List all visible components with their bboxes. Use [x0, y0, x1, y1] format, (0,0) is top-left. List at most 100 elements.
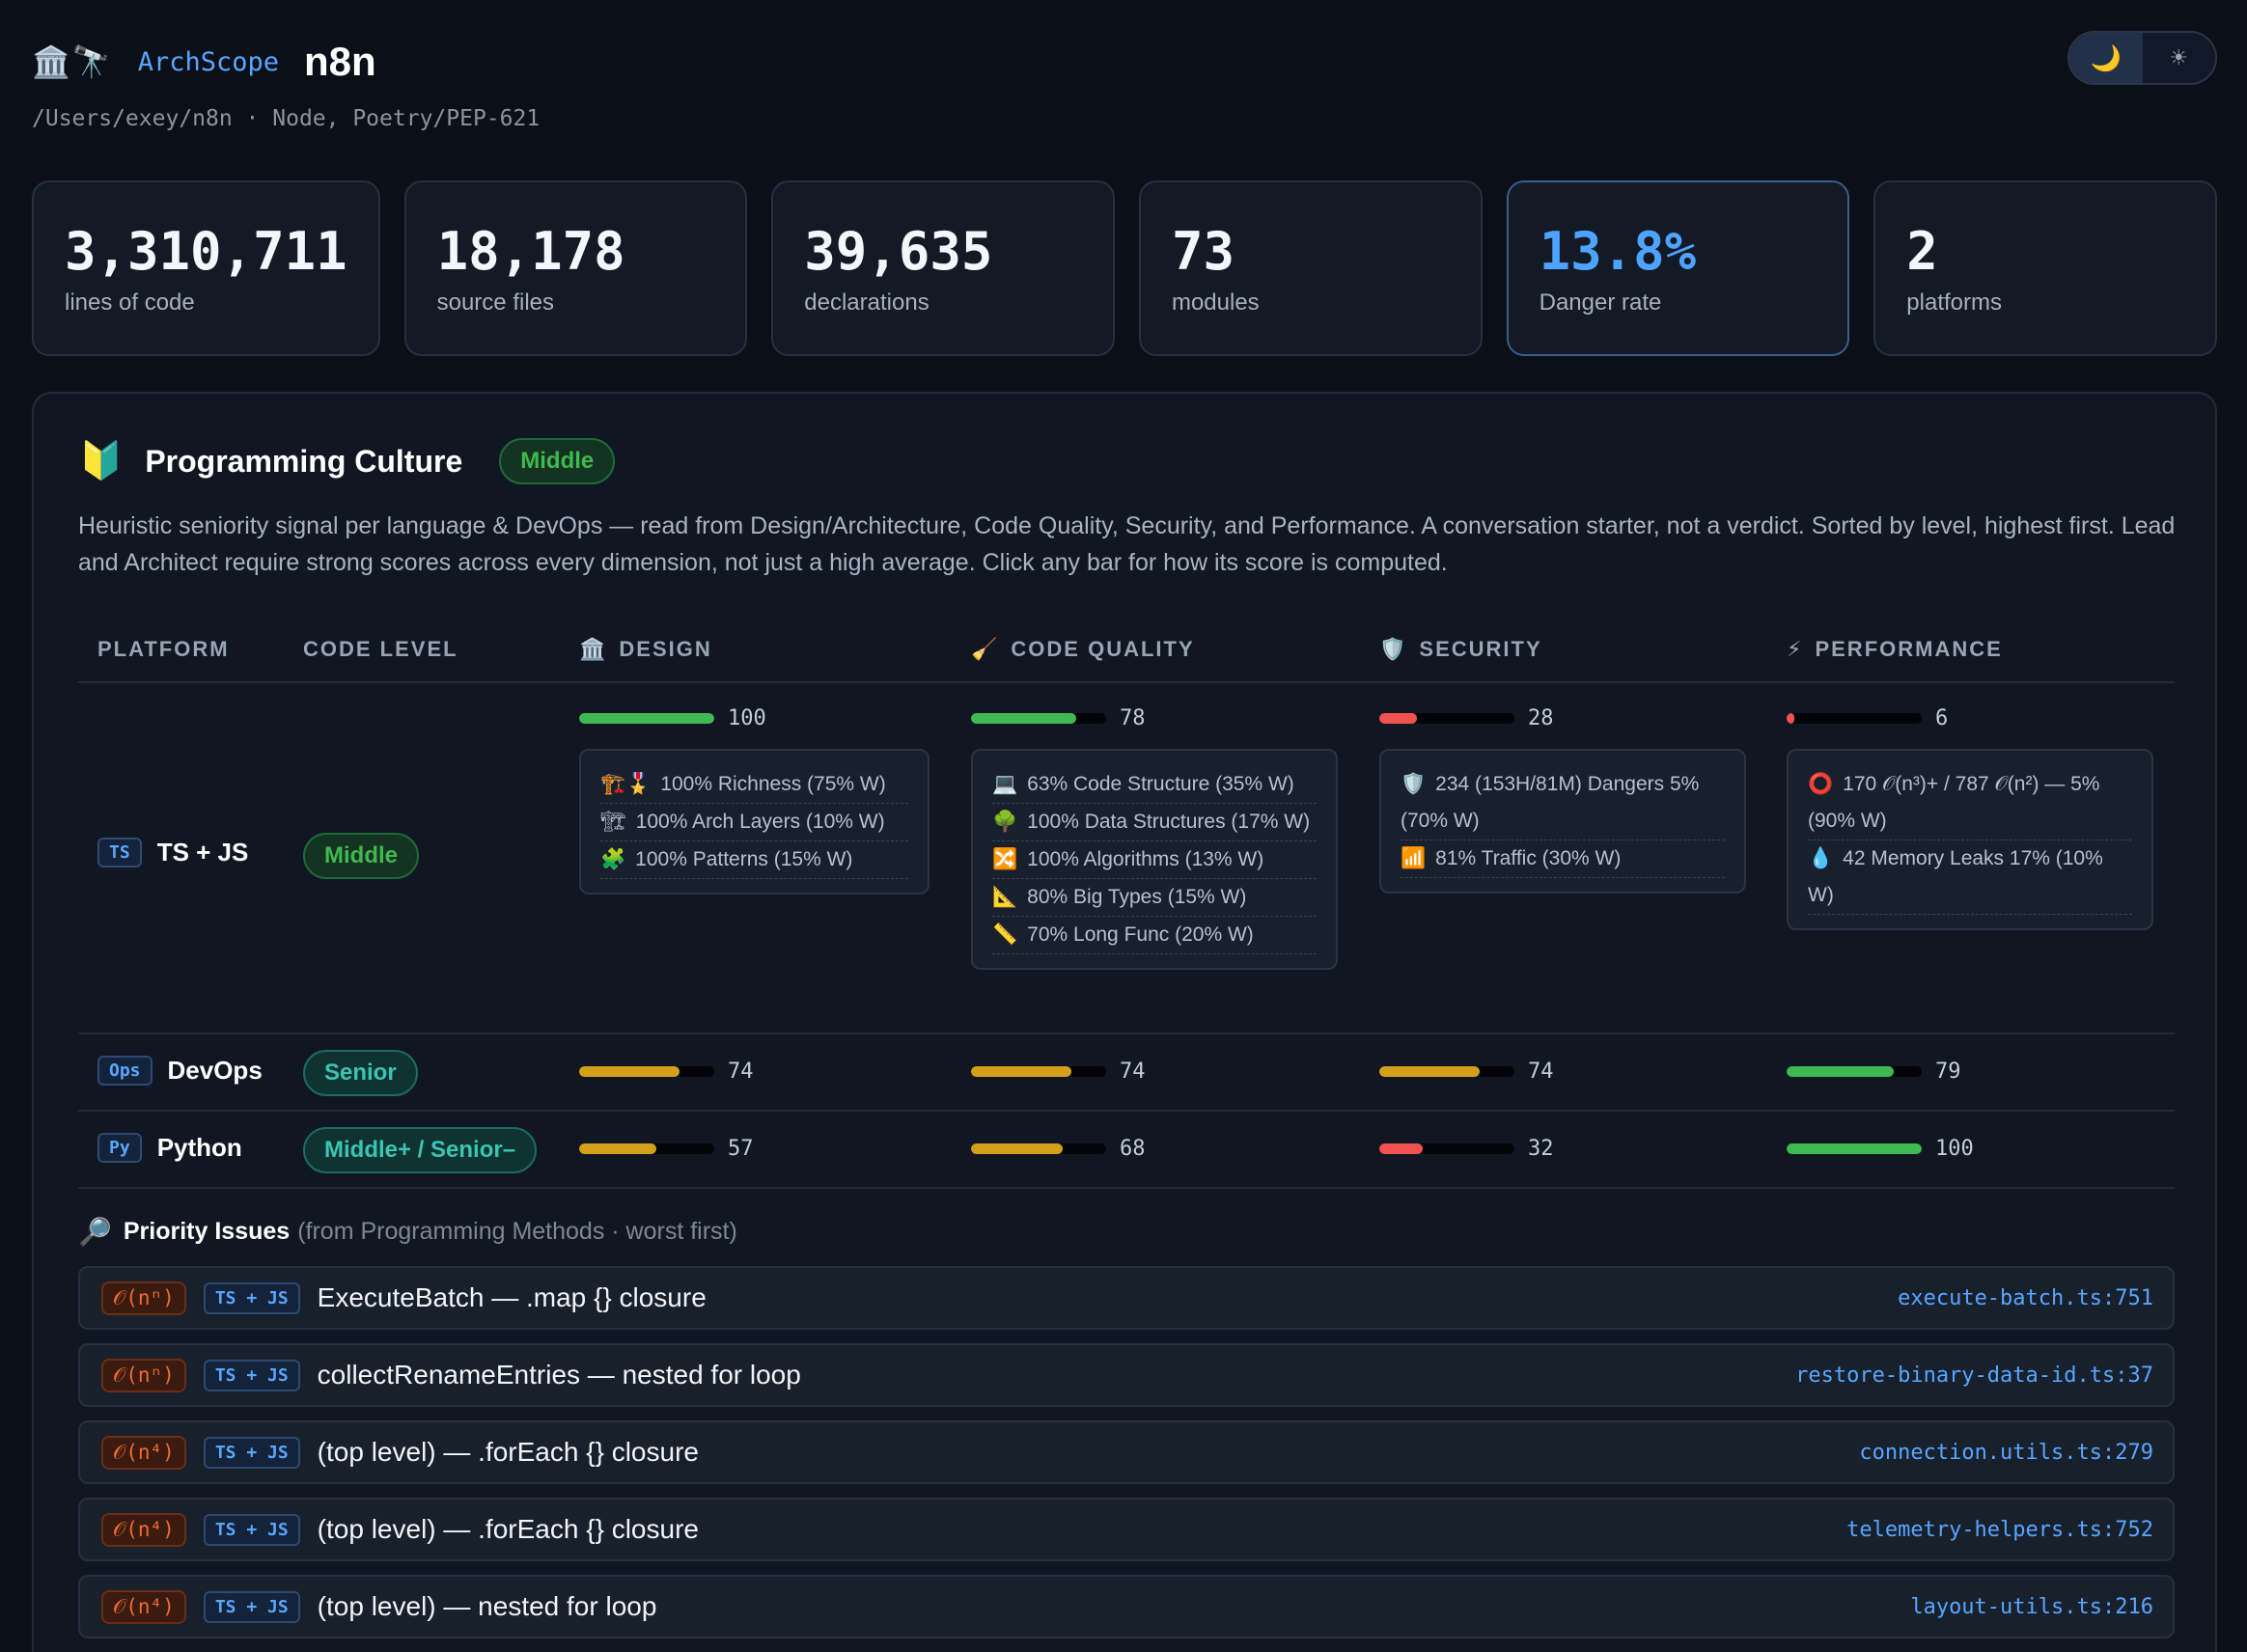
design-bar[interactable]: 74	[579, 1060, 754, 1084]
security-bar[interactable]: 28	[1379, 706, 1554, 730]
project-title: n8n	[304, 39, 376, 84]
quality-bar[interactable]: 78	[971, 706, 1146, 730]
stat-value: 73	[1171, 221, 1234, 282]
security-bar[interactable]: 32	[1379, 1137, 1554, 1161]
security-score: 28	[1528, 706, 1554, 730]
table-row-devops[interactable]: Ops DevOps Senior 74 74 74 79	[78, 1034, 2175, 1112]
col-code-quality: 🧹 CODE QUALITY	[971, 637, 1195, 662]
stat-card-loc: 3,310,711 lines of code	[32, 180, 380, 356]
breakdown-line: 📐 80% Big Types (15% W)	[992, 879, 1317, 917]
broom-icon: 🧹	[971, 637, 1000, 661]
tree-icon: 🌳	[992, 811, 1018, 833]
issue-description: ExecuteBatch — .map {} closure	[317, 1282, 707, 1312]
issue-description: (top level) — .forEach {} closure	[317, 1437, 699, 1467]
issue-file-link[interactable]: layout-utils.ts:216	[1910, 1595, 2153, 1619]
stat-card-danger-rate[interactable]: 13.8% Danger rate	[1506, 180, 1850, 356]
performance-bar[interactable]: 6	[1787, 706, 1948, 730]
performance-breakdown: ⭕ 170 𝒪(n³)+ / 787 𝒪(n²) — 5% (90% W) 💧 42…	[1787, 749, 2153, 930]
stat-card-files: 18,178 source files	[403, 180, 748, 356]
issue-file-link[interactable]: execute-batch.ts:751	[1898, 1286, 2153, 1310]
issue-description: collectRenameEntries — nested for loop	[317, 1360, 801, 1390]
issue-file-link[interactable]: telemetry-helpers.ts:752	[1846, 1518, 2153, 1542]
app-header: 🏛️🔭 ArchScope n8n	[32, 35, 376, 89]
issue-row[interactable]: 𝒪(n⁴) TS + JS (top level) — .forEach {} …	[78, 1498, 2175, 1561]
design-bar-fill	[579, 713, 714, 724]
programming-culture-panel: 🔰 Programming Culture Middle Heuristic s…	[32, 392, 2217, 1652]
complexity-badge: 𝒪(n⁴)	[101, 1512, 186, 1547]
breakdown-text: 100% Patterns (15% W)	[635, 848, 853, 870]
issue-row[interactable]: 𝒪(n⁴) TS + JS (top level) — nested for l…	[78, 1575, 2175, 1638]
col-design-label: DESIGN	[619, 637, 712, 661]
classical-building-icon: 🏛️	[579, 637, 608, 661]
issue-file-link[interactable]: connection.utils.ts:279	[1859, 1441, 2153, 1465]
breakdown-text: 63% Code Structure (35% W)	[1027, 773, 1294, 795]
moon-icon[interactable]: 🌙	[2069, 33, 2143, 83]
stat-card-modules: 73 modules	[1138, 180, 1483, 356]
stat-label: source files	[436, 289, 554, 317]
triangle-ruler-icon: 📐	[992, 886, 1018, 908]
breakdown-line: 🏗 100% Arch Layers (10% W)	[600, 804, 908, 841]
performance-bar[interactable]: 100	[1787, 1137, 1974, 1161]
col-security: 🛡️ SECURITY	[1379, 637, 1542, 662]
platform-cell: Ops DevOps	[97, 1056, 263, 1086]
issue-row[interactable]: 𝒪(nⁿ) TS + JS ExecuteBatch — .map {} clo…	[78, 1266, 2175, 1330]
complexity-badge: 𝒪(nⁿ)	[101, 1358, 186, 1392]
col-performance-label: PERFORMANCE	[1815, 637, 2003, 661]
design-score: 57	[728, 1137, 754, 1161]
performance-bar[interactable]: 79	[1787, 1060, 1961, 1084]
droplet-icon: 💧	[1808, 847, 1834, 869]
culture-table: PLATFORM CODE LEVEL 🏛️ DESIGN 🧹 CODE QUALI…	[78, 616, 2175, 1189]
shield-icon: 🛡️	[1379, 637, 1408, 661]
quality-bar[interactable]: 68	[971, 1137, 1146, 1161]
table-header: PLATFORM CODE LEVEL 🏛️ DESIGN 🧹 CODE QUALI…	[78, 616, 2175, 683]
stat-value: 2	[1906, 221, 1938, 282]
breakdown-text: 80% Big Types (15% W)	[1027, 886, 1247, 908]
issue-file-link[interactable]: restore-binary-data-id.ts:37	[1795, 1363, 2153, 1388]
performance-bar-fill	[1787, 1066, 1894, 1077]
stat-label: platforms	[1906, 289, 2002, 317]
magnifier-icon: 🔎	[78, 1217, 112, 1247]
richness-icon: 🏗️🎖️	[600, 773, 652, 795]
complexity-badge: 𝒪(n⁴)	[101, 1589, 186, 1624]
logo-icon: 🏛️🔭	[32, 44, 113, 79]
priority-issues-subtitle: (from Programming Methods · worst first)	[297, 1218, 737, 1245]
code-level-badge: Senior	[303, 1050, 418, 1096]
stat-value: 13.8%	[1539, 221, 1697, 282]
culture-level-badge: Middle	[499, 438, 616, 484]
col-design: 🏛️ DESIGN	[579, 637, 712, 662]
language-tag: TS + JS	[203, 1513, 300, 1546]
breakdown-line: 📶 81% Traffic (30% W)	[1401, 840, 1725, 878]
design-breakdown: 🏗️🎖️ 100% Richness (75% W) 🏗 100% Arch Lay…	[579, 749, 929, 895]
priority-issues-list: 𝒪(nⁿ) TS + JS ExecuteBatch — .map {} clo…	[78, 1266, 2175, 1652]
quality-score: 68	[1120, 1137, 1146, 1161]
stat-card-declarations: 39,635 declarations	[771, 180, 1115, 356]
breakdown-text: 100% Data Structures (17% W)	[1027, 811, 1311, 833]
culture-header: 🔰 Programming Culture Middle	[78, 432, 616, 490]
theme-toggle[interactable]: 🌙 ☀	[2067, 31, 2217, 85]
app-name[interactable]: ArchScope	[138, 47, 279, 77]
platform-tag: TS	[97, 838, 142, 867]
lightning-icon: ⚡	[1787, 637, 1804, 661]
security-bar-fill	[1379, 1143, 1423, 1154]
security-score: 32	[1528, 1137, 1554, 1161]
design-bar[interactable]: 100	[579, 706, 766, 730]
table-row-python[interactable]: Py Python Middle+ / Senior– 57 68 32 100	[78, 1112, 2175, 1189]
sun-icon[interactable]: ☀	[2143, 33, 2216, 83]
issue-row[interactable]: 𝒪(n⁴) TS + JS (top level) — .forEach {} …	[78, 1420, 2175, 1484]
stat-label: declarations	[804, 289, 929, 317]
culture-description: Heuristic seniority signal per language …	[78, 512, 2176, 576]
puzzle-icon: 🧩	[600, 848, 626, 870]
table-row-ts-js[interactable]: TS TS + JS Middle 100 78 28 6 🏗️🎖️ 100% …	[78, 683, 2175, 1034]
breakdown-text: 100% Algorithms (13% W)	[1027, 848, 1264, 870]
ruler-icon: 📏	[992, 923, 1018, 946]
breakdown-text: 81% Traffic (30% W)	[1435, 847, 1622, 869]
quality-score: 78	[1120, 706, 1146, 730]
col-performance: ⚡ PERFORMANCE	[1787, 637, 2003, 662]
breakdown-line: 🛡️ 234 (153H/81M) Dangers 5% (70% W)	[1401, 766, 1725, 840]
security-bar[interactable]: 74	[1379, 1060, 1554, 1084]
quality-bar[interactable]: 74	[971, 1060, 1146, 1084]
design-bar-fill	[579, 1143, 656, 1154]
design-bar[interactable]: 57	[579, 1137, 754, 1161]
issue-row[interactable]: 𝒪(nⁿ) TS + JS collectRenameEntries — nes…	[78, 1343, 2175, 1407]
stat-card-platforms: 2 platforms	[1873, 180, 2217, 356]
